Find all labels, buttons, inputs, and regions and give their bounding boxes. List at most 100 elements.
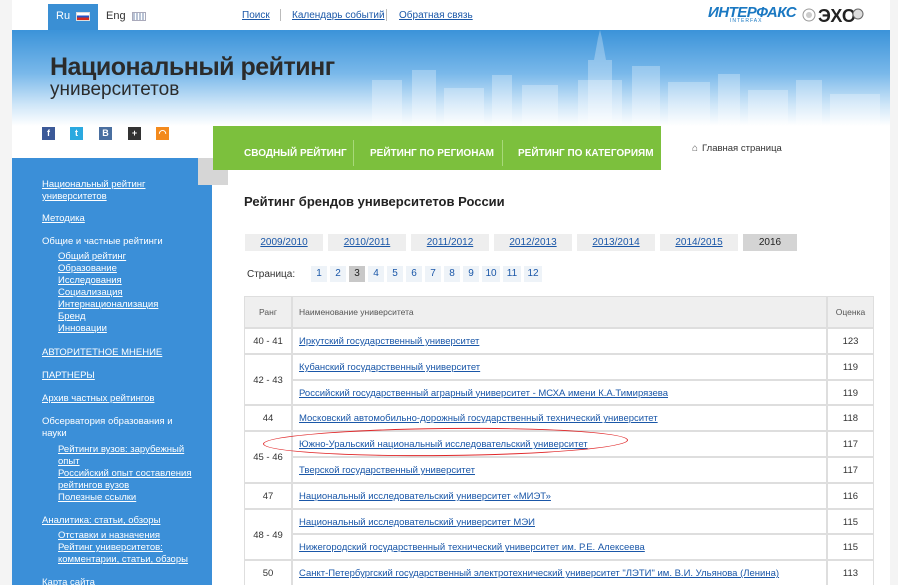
feedback-link[interactable]: Обратная связь xyxy=(399,10,473,21)
header-banner: Национальный рейтинг университетов xyxy=(12,30,890,126)
rss-icon[interactable]: ◠ xyxy=(156,127,169,140)
page-link-1[interactable]: 1 xyxy=(311,266,327,282)
university-link[interactable]: Московский автомобильно-дорожный государ… xyxy=(299,413,658,424)
score-cell: 115 xyxy=(827,534,874,561)
sidebar-item-partners[interactable]: ПАРТНЕРЫ xyxy=(42,370,95,382)
rank-cell: 40 - 41 xyxy=(244,328,292,354)
sidebar-item-archive[interactable]: Архив частных рейтингов xyxy=(42,393,154,405)
site-subtitle: университетов xyxy=(50,79,180,100)
score-cell: 116 xyxy=(827,482,874,509)
table-row: Санкт-Петербургский государственный элек… xyxy=(292,560,827,585)
divider xyxy=(280,9,281,21)
sidebar-item-education[interactable]: Образование xyxy=(58,263,117,275)
table-row: Нижегородский государственный технически… xyxy=(292,534,827,561)
sidebar-item-useful-links[interactable]: Полезные ссылки xyxy=(58,492,136,504)
tab-year-2009-2010[interactable]: 2009/2010 xyxy=(245,234,323,251)
sidebar-item-socialization[interactable]: Социализация xyxy=(58,287,123,299)
page-link-3[interactable]: 3 xyxy=(349,266,365,282)
university-link[interactable]: Нижегородский государственный технически… xyxy=(299,542,645,553)
lang-en-button[interactable]: Eng xyxy=(98,4,154,30)
search-link[interactable]: Поиск xyxy=(242,10,270,21)
tab-year-2014-2015[interactable]: 2014/2015 xyxy=(660,234,738,251)
home-link[interactable]: ⌂ Главная страница xyxy=(692,143,782,154)
score-cell: 119 xyxy=(827,353,874,380)
divider xyxy=(353,140,354,166)
university-link[interactable]: Тверской государственный университет xyxy=(299,465,475,476)
sidebar-item-national-rating[interactable]: Национальный рейтинг университетов xyxy=(42,179,145,203)
header-rank: Ранг xyxy=(244,296,292,328)
echo-logo[interactable]: ЭХО xyxy=(796,2,866,28)
rank-cell: 50 xyxy=(244,560,292,585)
sidebar-item-internationalization[interactable]: Интернационализация xyxy=(58,299,158,311)
university-link[interactable]: Национальный исследовательский университ… xyxy=(299,517,535,528)
sidebar-item-general-rating[interactable]: Общий рейтинг xyxy=(58,251,126,263)
vkontakte-icon[interactable]: B xyxy=(99,127,112,140)
nav-summary-rating[interactable]: СВОДНЫЙ РЕЙТИНГ xyxy=(244,126,347,170)
university-link[interactable]: Кубанский государственный университет xyxy=(299,362,480,373)
score-cell: 119 xyxy=(827,379,874,406)
table-row: Российский государственный аграрный унив… xyxy=(292,379,827,406)
page-link-10[interactable]: 10 xyxy=(482,266,500,282)
score-cell: 113 xyxy=(827,560,874,585)
events-calendar-link[interactable]: Календарь событий xyxy=(292,10,385,21)
sidebar-item-innovations[interactable]: Инновации xyxy=(58,323,107,335)
divider xyxy=(502,140,503,166)
sidebar-item-university-rating-comments[interactable]: Рейтинг университетов: комментарии, стать… xyxy=(58,542,188,566)
interfax-logo[interactable]: ИНТЕРФАКС INTERFAX xyxy=(708,4,797,26)
sidebar-item-analytics[interactable]: Аналитика: статьи, обзоры xyxy=(42,515,160,527)
sidebar-item-observatory: Обсерватория образования и науки xyxy=(42,416,173,439)
score-cell: 117 xyxy=(827,431,874,457)
tab-year-2011-2012[interactable]: 2011/2012 xyxy=(411,234,489,251)
page-link-5[interactable]: 5 xyxy=(387,266,403,282)
sidebar-item-appointments[interactable]: Отставки и назначения xyxy=(58,530,160,542)
rank-cell: 42 - 43 xyxy=(244,353,292,406)
sidebar-item-research[interactable]: Исследования xyxy=(58,275,122,287)
tab-year-2010-2011[interactable]: 2010/2011 xyxy=(328,234,406,251)
uk-flag-icon xyxy=(131,11,146,21)
page-link-6[interactable]: 6 xyxy=(406,266,422,282)
facebook-icon[interactable]: f xyxy=(42,127,55,140)
top-bar: Ru Eng Поиск Календарь событий Обратная … xyxy=(12,0,890,30)
page-link-7[interactable]: 7 xyxy=(425,266,441,282)
university-link[interactable]: Санкт-Петербургский государственный элек… xyxy=(299,568,779,579)
nav-regions-rating[interactable]: РЕЙТИНГ ПО РЕГИОНАМ xyxy=(370,126,494,170)
nav-categories-rating[interactable]: РЕЙТИНГ ПО КАТЕГОРИЯМ xyxy=(518,126,654,170)
rank-cell: 44 xyxy=(244,405,292,432)
sidebar-item-expert-opinion[interactable]: АВТОРИТЕТНОЕ МНЕНИЕ xyxy=(42,347,162,359)
table-row: Иркутский государственный университет xyxy=(292,328,827,354)
page-title: Рейтинг брендов университетов России xyxy=(244,194,505,209)
main-nav: СВОДНЫЙ РЕЙТИНГ РЕЙТИНГ ПО РЕГИОНАМ РЕЙТ… xyxy=(213,126,661,170)
table-row: Национальный исследовательский университ… xyxy=(292,482,827,509)
table-row: Кубанский государственный университет xyxy=(292,353,827,380)
page-link-9[interactable]: 9 xyxy=(463,266,479,282)
sidebar-item-foreign-experience[interactable]: Рейтинги вузов: зарубежный опыт xyxy=(58,444,184,468)
lang-en-label: Eng xyxy=(106,10,126,22)
sidebar-item-russian-experience[interactable]: Российский опыт составления рейтингов вуз… xyxy=(58,468,192,492)
tab-year-2012-2013[interactable]: 2012/2013 xyxy=(494,234,572,251)
tab-year-2013-2014[interactable]: 2013/2014 xyxy=(577,234,655,251)
lang-ru-button[interactable]: Ru xyxy=(48,4,98,30)
page-link-11[interactable]: 11 xyxy=(503,266,521,282)
page: Ru Eng Поиск Календарь событий Обратная … xyxy=(12,0,890,585)
page-link-12[interactable]: 12 xyxy=(524,266,542,282)
sidebar-item-methodology[interactable]: Методика xyxy=(42,213,85,225)
header-university: Наименование университета xyxy=(292,296,827,328)
sidebar-item-sitemap[interactable]: Карта сайта xyxy=(42,577,95,585)
lang-ru-label: Ru xyxy=(56,10,71,22)
page-link-4[interactable]: 4 xyxy=(368,266,384,282)
tab-year-2016[interactable]: 2016 xyxy=(743,234,797,251)
city-skyline-icon xyxy=(372,30,880,126)
twitter-icon[interactable]: t xyxy=(70,127,83,140)
university-link[interactable]: Национальный исследовательский университ… xyxy=(299,491,551,502)
university-link[interactable]: Иркутский государственный университет xyxy=(299,336,479,347)
pager-label: Страница: xyxy=(247,269,296,280)
page-link-2[interactable]: 2 xyxy=(330,266,346,282)
score-cell: 115 xyxy=(827,508,874,535)
university-link[interactable]: Российский государственный аграрный унив… xyxy=(299,388,668,399)
echo-logo-text: ЭХО xyxy=(818,6,856,26)
sidebar-item-brand[interactable]: Бренд xyxy=(58,311,86,323)
share-plus-icon[interactable]: + xyxy=(128,127,141,140)
site-title: Национальный рейтинг xyxy=(50,53,335,81)
home-icon: ⌂ xyxy=(692,143,699,154)
page-link-8[interactable]: 8 xyxy=(444,266,460,282)
